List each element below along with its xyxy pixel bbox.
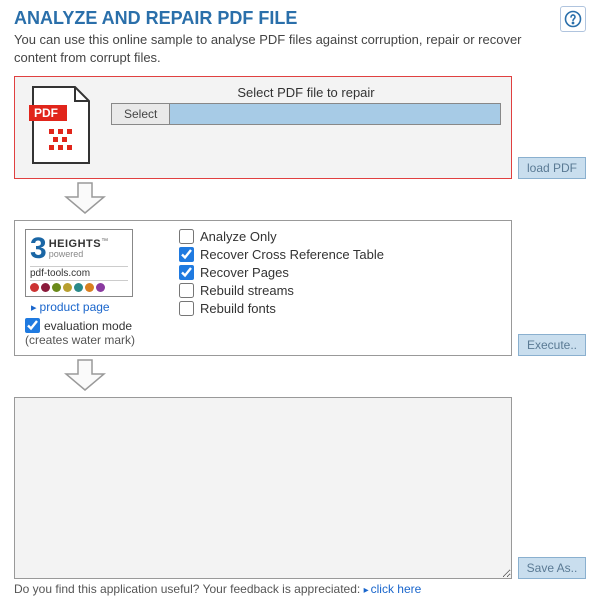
repair-options: Analyze Only Recover Cross Reference Tab… bbox=[179, 229, 501, 319]
option-label: Analyze Only bbox=[200, 229, 277, 244]
selected-file-field[interactable] bbox=[170, 103, 501, 125]
feedback-link[interactable]: click here bbox=[364, 582, 422, 596]
pdf-file-icon: PDF bbox=[25, 85, 97, 170]
svg-text:PDF: PDF bbox=[34, 106, 58, 120]
evaluation-mode-checkbox[interactable] bbox=[25, 318, 40, 333]
flow-arrow-2 bbox=[14, 358, 586, 395]
option-label: Recover Cross Reference Table bbox=[200, 247, 384, 262]
help-icon bbox=[564, 10, 582, 28]
option-recover-pages-checkbox[interactable] bbox=[179, 265, 194, 280]
page-title: ANALYZE AND REPAIR PDF FILE bbox=[14, 8, 550, 29]
footer: Do you find this application useful? You… bbox=[14, 582, 586, 596]
product-page-link[interactable]: product page bbox=[31, 300, 110, 314]
options-panel: 3 HEIGHTS™ powered pdf-tools.com bbox=[14, 220, 512, 356]
option-label: Rebuild fonts bbox=[200, 301, 276, 316]
option-label: Rebuild streams bbox=[200, 283, 294, 298]
option-rebuild-streams-checkbox[interactable] bbox=[179, 283, 194, 298]
option-recover-xref-checkbox[interactable] bbox=[179, 247, 194, 262]
help-button[interactable] bbox=[560, 6, 586, 32]
execute-button[interactable]: Execute.. bbox=[518, 334, 586, 356]
select-file-panel: PDF Select PDF bbox=[14, 76, 512, 179]
load-pdf-button[interactable]: load PDF bbox=[518, 157, 586, 179]
footer-text: Do you find this application useful? You… bbox=[14, 582, 364, 596]
evaluation-mode-label: evaluation mode bbox=[44, 319, 132, 333]
three-heights-logo: 3 HEIGHTS™ powered pdf-tools.com bbox=[25, 229, 133, 297]
evaluation-mode-note: (creates water mark) bbox=[25, 333, 165, 347]
option-label: Recover Pages bbox=[200, 265, 289, 280]
output-text-area[interactable] bbox=[14, 397, 512, 579]
select-file-button[interactable]: Select bbox=[111, 103, 170, 125]
option-analyze-only-checkbox[interactable] bbox=[179, 229, 194, 244]
option-rebuild-fonts-checkbox[interactable] bbox=[179, 301, 194, 316]
save-as-button[interactable]: Save As.. bbox=[518, 557, 586, 579]
page-subtitle: You can use this online sample to analys… bbox=[14, 31, 550, 66]
flow-arrow-1 bbox=[14, 181, 586, 218]
select-file-label: Select PDF file to repair bbox=[111, 85, 501, 100]
